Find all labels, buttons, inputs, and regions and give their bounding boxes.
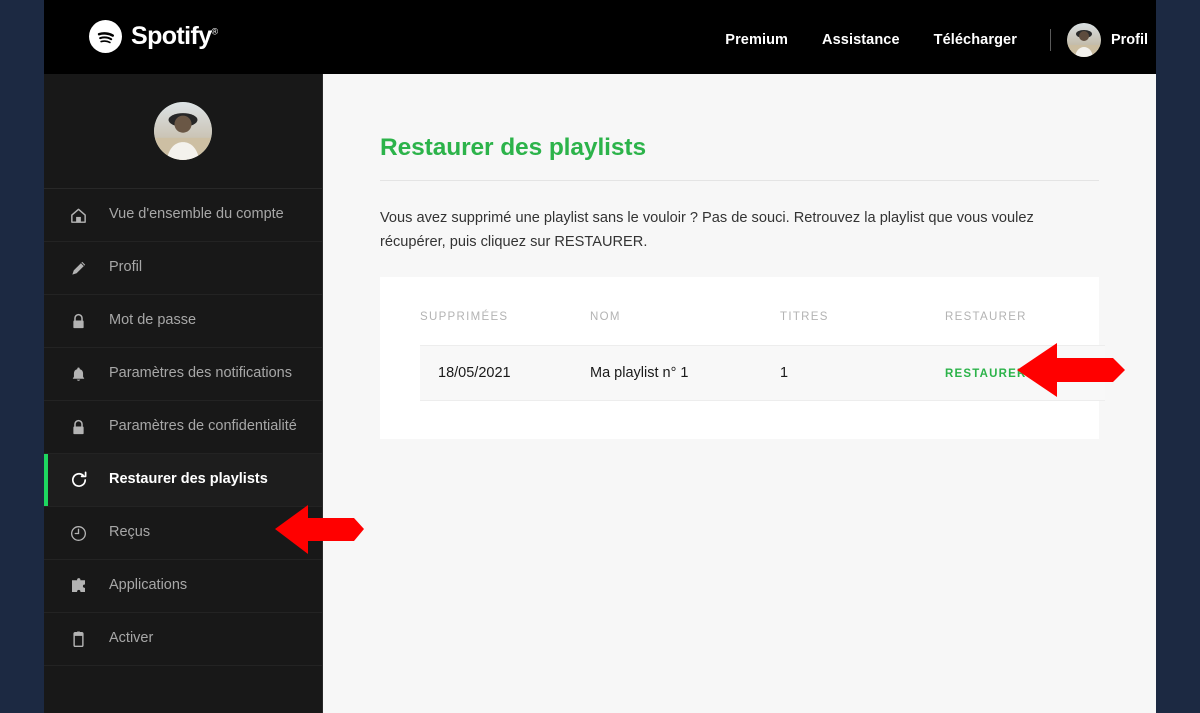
nav-link-premium[interactable]: Premium — [708, 32, 805, 48]
table-header-row: SUPPRIMÉES NOM TITRES RESTAURER — [420, 311, 1105, 346]
cell-deleted-date: 18/05/2021 — [420, 345, 590, 402]
nav-divider — [1049, 29, 1051, 51]
device-icon — [68, 629, 89, 650]
sidebar-item-label: Mot de passe — [109, 312, 197, 329]
content-area: Vue d'ensemble du compte Profil Mot de p… — [44, 74, 1156, 713]
top-nav-links: Premium Assistance Télécharger Profil — [708, 23, 1156, 57]
avatar — [1066, 23, 1101, 57]
bell-icon — [68, 364, 89, 385]
sidebar-item-applications[interactable]: Applications — [44, 560, 322, 613]
spotify-logo[interactable]: Spotify® — [89, 20, 218, 53]
sidebar-item-restore-playlists[interactable]: Restaurer des playlists — [44, 454, 322, 507]
table-body: 18/05/2021 Ma playlist n° 1 1 RESTAURER — [420, 345, 1105, 402]
sidebar-item-account-overview[interactable]: Vue d'ensemble du compte — [44, 189, 322, 242]
column-header-deleted: SUPPRIMÉES — [420, 311, 509, 324]
profile-menu-button[interactable]: Profil — [1066, 23, 1156, 57]
account-sidebar: Vue d'ensemble du compte Profil Mot de p… — [44, 74, 323, 713]
main-panel: Restaurer des playlists Vous avez suppri… — [323, 74, 1156, 713]
table-row: 18/05/2021 Ma playlist n° 1 1 RESTAURER — [420, 345, 1105, 402]
restore-button[interactable]: RESTAURER — [945, 368, 1027, 380]
top-navigation-bar: Spotify® Premium Assistance Télécharger — [44, 0, 1156, 74]
lock-icon — [68, 311, 89, 332]
sidebar-item-label: Restaurer des playlists — [109, 471, 268, 488]
nav-link-telecharger[interactable]: Télécharger — [917, 32, 1034, 48]
intro-paragraph: Vous avez supprimé une playlist sans le … — [380, 210, 1034, 250]
avatar[interactable] — [154, 102, 212, 160]
table-header: SUPPRIMÉES NOM TITRES RESTAURER — [420, 311, 1105, 346]
column-header-tracks: TITRES — [780, 311, 829, 324]
sidebar-item-label: Profil — [109, 259, 143, 276]
pencil-icon — [68, 258, 89, 279]
browser-viewport: Spotify® Premium Assistance Télécharger — [44, 0, 1156, 713]
sidebar-item-profile[interactable]: Profil — [44, 242, 322, 295]
nav-link-assistance[interactable]: Assistance — [805, 32, 917, 48]
sidebar-item-receipts[interactable]: Reçus — [44, 507, 322, 560]
cell-restore-action: RESTAURER — [945, 345, 1105, 402]
sidebar-item-activate[interactable]: Activer — [44, 613, 322, 666]
playlists-card: SUPPRIMÉES NOM TITRES RESTAURER 18/05/20… — [380, 277, 1105, 440]
sidebar-item-label: Applications — [109, 577, 188, 594]
home-icon — [68, 205, 89, 226]
clock-icon — [68, 523, 89, 544]
deleted-playlists-table: SUPPRIMÉES NOM TITRES RESTAURER 18/05/20… — [420, 311, 1105, 402]
column-header-restore: RESTAURER — [945, 311, 1027, 324]
sidebar-item-notification-settings[interactable]: Paramètres des notifications — [44, 348, 322, 401]
spotify-wordmark: Spotify® — [131, 22, 218, 50]
puzzle-icon — [68, 576, 89, 597]
sidebar-item-label: Paramètres de confidentialité — [109, 418, 297, 435]
restore-icon — [68, 470, 89, 491]
sidebar-item-label: Vue d'ensemble du compte — [109, 206, 284, 223]
sidebar-item-password[interactable]: Mot de passe — [44, 295, 322, 348]
page-title: Restaurer des playlists — [380, 134, 646, 161]
profile-menu-label: Profil — [1110, 32, 1148, 48]
lock-icon — [68, 417, 89, 438]
sidebar-avatar-block — [44, 74, 322, 189]
title-divider — [380, 180, 1099, 181]
sidebar-item-label: Activer — [109, 630, 154, 647]
sidebar-item-label: Paramètres des notifications — [109, 365, 292, 382]
cell-playlist-name: Ma playlist n° 1 — [590, 345, 780, 402]
spotify-logo-icon — [89, 20, 122, 53]
sidebar-item-label: Reçus — [109, 524, 151, 541]
cell-track-count: 1 — [780, 345, 945, 402]
column-header-name: NOM — [590, 311, 621, 324]
sidebar-item-privacy-settings[interactable]: Paramètres de confidentialité — [44, 401, 322, 454]
